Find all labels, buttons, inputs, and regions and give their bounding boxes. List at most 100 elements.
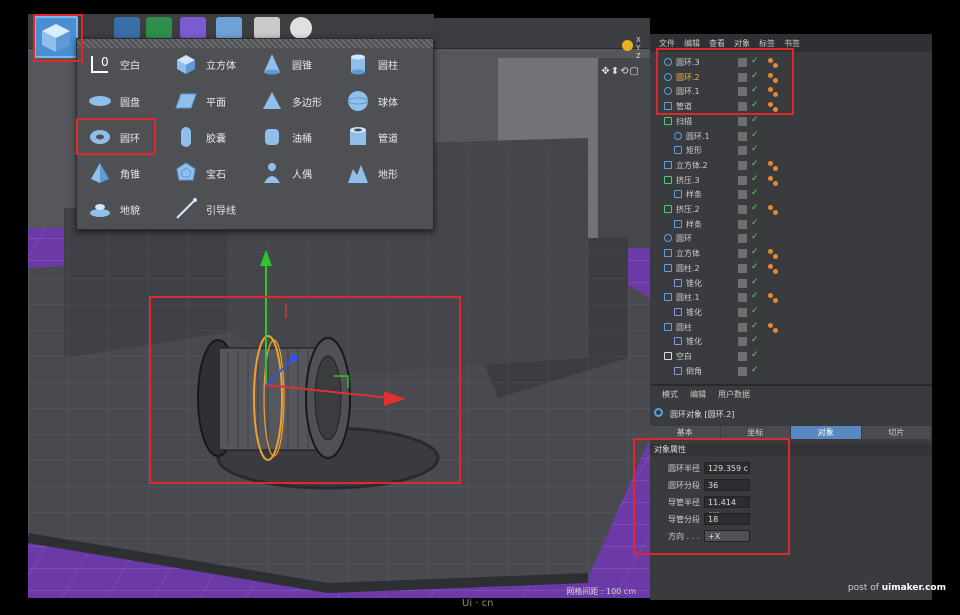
object-name[interactable]: 立方体 [676, 248, 700, 259]
object-row[interactable]: 锥化 ✓ [650, 277, 932, 291]
visible-check-icon[interactable]: ✓ [751, 144, 759, 154]
layer-tag-icon[interactable] [738, 249, 747, 259]
object-row[interactable]: 圆柱 ✓ [650, 321, 932, 335]
object-row[interactable]: 矩形 ✓ [650, 144, 932, 158]
object-row[interactable]: 挤压.3 ✓ [650, 174, 932, 188]
menu-view[interactable]: 查看 [709, 38, 725, 49]
object-row[interactable]: 锥化 ✓ [650, 335, 932, 349]
object-name[interactable]: 样条 [686, 219, 702, 230]
layer-tag-icon[interactable] [738, 160, 747, 170]
visible-check-icon[interactable]: ✓ [751, 218, 759, 228]
visible-check-icon[interactable]: ✓ [751, 159, 759, 169]
layer-tag-icon[interactable] [738, 219, 747, 229]
object-name[interactable]: 倒角 [686, 366, 702, 377]
popup-drag-handle[interactable] [77, 39, 433, 48]
object-name[interactable]: 圆柱 [676, 322, 692, 333]
object-name[interactable]: 圆环.1 [686, 131, 710, 142]
material-tag-icon[interactable] [768, 322, 773, 328]
object-row[interactable]: 圆环 ✓ [650, 232, 932, 246]
popup-item-disc[interactable]: 圆盘 [87, 86, 173, 116]
visible-check-icon[interactable]: ✓ [751, 335, 759, 345]
layer-tag-icon[interactable] [738, 278, 747, 288]
popup-item-pyramid[interactable]: 角锥 [87, 158, 173, 188]
menu-bookmarks[interactable]: 书签 [784, 38, 800, 49]
object-name[interactable]: 挤压.2 [676, 204, 700, 215]
visible-check-icon[interactable]: ✓ [751, 321, 759, 331]
visible-check-icon[interactable]: ✓ [751, 115, 759, 125]
material-tag-icon[interactable] [768, 263, 773, 269]
object-name[interactable]: 挤压.3 [676, 175, 700, 186]
visible-check-icon[interactable]: ✓ [751, 188, 759, 198]
tab-object[interactable]: 对象 [791, 426, 861, 439]
menu-user-data[interactable]: 用户数据 [718, 389, 750, 400]
object-name[interactable]: 圆柱.1 [676, 292, 700, 303]
object-name[interactable]: 立方体.2 [676, 160, 708, 171]
object-row[interactable]: 样条 ✓ [650, 218, 932, 232]
material-tag-icon[interactable] [773, 298, 778, 304]
material-tag-icon[interactable] [773, 165, 778, 171]
tab-slice[interactable]: 切片 [861, 426, 931, 439]
menu-edit-attr[interactable]: 编辑 [690, 389, 706, 400]
object-row[interactable]: 空白 ✓ [650, 350, 932, 364]
object-name[interactable]: 扫描 [676, 116, 692, 127]
object-row[interactable]: 圆柱.2 ✓ [650, 262, 932, 276]
layer-tag-icon[interactable] [738, 131, 747, 141]
visible-check-icon[interactable]: ✓ [751, 306, 759, 316]
object-row[interactable]: 立方体 ✓ [650, 247, 932, 261]
menu-edit[interactable]: 编辑 [684, 38, 700, 49]
popup-item-cylinder[interactable]: 圆柱 [345, 49, 431, 79]
layer-tag-icon[interactable] [738, 337, 747, 347]
material-tag-icon[interactable] [773, 210, 778, 215]
object-name[interactable]: 圆柱.2 [676, 263, 700, 274]
object-name[interactable]: 锥化 [686, 278, 702, 289]
visible-check-icon[interactable]: ✓ [751, 174, 759, 184]
floor-tool-icon[interactable] [216, 17, 242, 39]
camera-tool-icon[interactable] [254, 17, 280, 39]
visible-check-icon[interactable]: ✓ [751, 262, 759, 272]
popup-item-capsule[interactable]: 胶囊 [173, 122, 259, 152]
object-row[interactable]: 圆环.1 ✓ [650, 130, 932, 144]
material-tag-icon[interactable] [768, 160, 773, 166]
material-tag-icon[interactable] [768, 293, 773, 299]
material-tag-icon[interactable] [773, 254, 778, 260]
visible-check-icon[interactable]: ✓ [751, 247, 759, 257]
popup-item-polygon[interactable]: 多边形 [259, 86, 345, 116]
layer-tag-icon[interactable] [738, 322, 747, 332]
menu-file[interactable]: 文件 [659, 38, 675, 49]
material-tag-icon[interactable] [768, 205, 773, 210]
visible-check-icon[interactable]: ✓ [751, 232, 759, 242]
object-name[interactable]: 矩形 [686, 145, 702, 156]
layer-tag-icon[interactable] [738, 352, 747, 361]
object-row[interactable]: 圆柱.1 ✓ [650, 291, 932, 305]
menu-objects[interactable]: 对象 [734, 38, 750, 49]
popup-item-sphere[interactable]: 球体 [345, 86, 431, 116]
layer-tag-icon[interactable] [738, 205, 747, 214]
visible-check-icon[interactable]: ✓ [751, 350, 759, 360]
deformer-tool-icon[interactable] [180, 17, 206, 39]
xyz-indicator[interactable]: X Y Z [622, 36, 646, 62]
popup-item-null[interactable]: 0 空白 [87, 49, 173, 79]
popup-item-cone[interactable]: 圆锥 [259, 49, 345, 79]
layer-tag-icon[interactable] [738, 175, 747, 185]
layer-tag-icon[interactable] [738, 263, 747, 273]
light-tool-icon[interactable] [290, 17, 312, 39]
object-row[interactable]: 立方体.2 ✓ [650, 159, 932, 173]
popup-item-tube[interactable]: 管道 [345, 122, 431, 152]
material-tag-icon[interactable] [773, 180, 778, 186]
layer-tag-icon[interactable] [738, 234, 747, 244]
popup-item-guide[interactable]: 引导线 [173, 194, 259, 224]
layer-tag-icon[interactable] [738, 146, 747, 156]
object-row[interactable]: 倒角 ✓ [650, 365, 932, 379]
pen-tool-icon[interactable] [114, 17, 140, 39]
layer-tag-icon[interactable] [738, 293, 747, 303]
object-row[interactable]: 样条 ✓ [650, 188, 932, 202]
visible-check-icon[interactable]: ✓ [751, 291, 759, 301]
layer-tag-icon[interactable] [738, 116, 747, 126]
popup-item-oiltank[interactable]: 油桶 [259, 122, 345, 152]
visible-check-icon[interactable]: ✓ [751, 277, 759, 287]
popup-item-plane[interactable]: 平面 [173, 86, 259, 116]
popup-item-cube[interactable]: 立方体 [173, 49, 259, 79]
object-row[interactable]: 锥化 ✓ [650, 306, 932, 320]
menu-tags[interactable]: 标签 [759, 38, 775, 49]
popup-item-landscape[interactable]: 地形 [345, 158, 431, 188]
